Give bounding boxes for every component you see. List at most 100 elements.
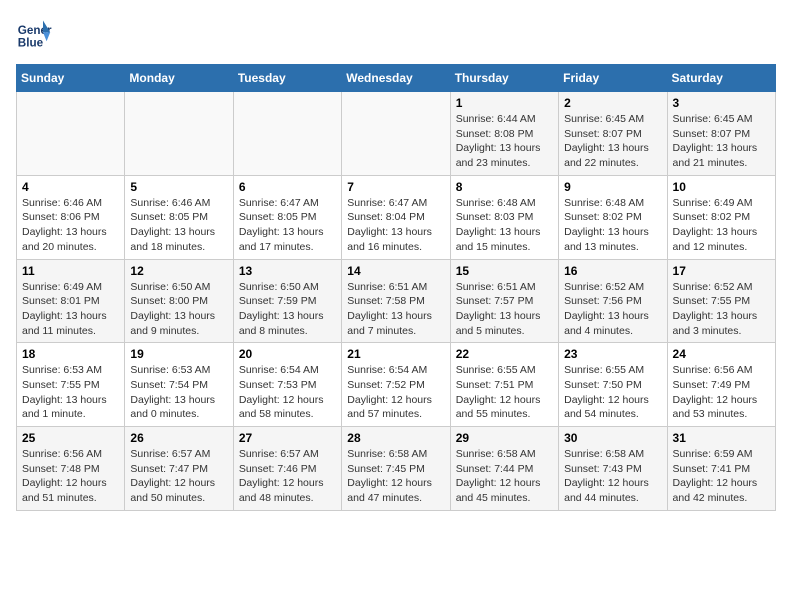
week-row-2: 4 Sunrise: 6:46 AM Sunset: 8:06 PM Daylig… [17,175,776,259]
day-info: Sunrise: 6:59 AM Sunset: 7:41 PM Dayligh… [673,447,770,506]
day-info: Sunrise: 6:56 AM Sunset: 7:49 PM Dayligh… [673,363,770,422]
logo-icon: General Blue [16,16,52,52]
calendar-cell: 16 Sunrise: 6:52 AM Sunset: 7:56 PM Dayli… [559,259,667,343]
calendar-cell [233,92,341,176]
day-info: Sunrise: 6:49 AM Sunset: 8:01 PM Dayligh… [22,280,119,339]
day-info: Sunrise: 6:57 AM Sunset: 7:47 PM Dayligh… [130,447,227,506]
weekday-header-tuesday: Tuesday [233,65,341,92]
day-info: Sunrise: 6:51 AM Sunset: 7:57 PM Dayligh… [456,280,553,339]
day-info: Sunrise: 6:57 AM Sunset: 7:46 PM Dayligh… [239,447,336,506]
day-number: 15 [456,264,553,278]
calendar-cell: 17 Sunrise: 6:52 AM Sunset: 7:55 PM Dayli… [667,259,775,343]
day-info: Sunrise: 6:50 AM Sunset: 7:59 PM Dayligh… [239,280,336,339]
day-info: Sunrise: 6:58 AM Sunset: 7:43 PM Dayligh… [564,447,661,506]
calendar-cell: 14 Sunrise: 6:51 AM Sunset: 7:58 PM Dayli… [342,259,450,343]
day-info: Sunrise: 6:54 AM Sunset: 7:52 PM Dayligh… [347,363,444,422]
day-number: 20 [239,347,336,361]
calendar-cell: 27Sunrise: 6:57 AM Sunset: 7:46 PM Dayli… [233,427,341,511]
calendar-cell: 1 Sunrise: 6:44 AM Sunset: 8:08 PM Daylig… [450,92,558,176]
svg-text:Blue: Blue [18,37,44,50]
day-number: 31 [673,431,770,445]
page-header: General Blue [16,16,776,52]
calendar-cell: 4 Sunrise: 6:46 AM Sunset: 8:06 PM Daylig… [17,175,125,259]
day-number: 2 [564,96,661,110]
day-number: 18 [22,347,119,361]
calendar-cell: 29 Sunrise: 6:58 AM Sunset: 7:44 PM Dayli… [450,427,558,511]
day-number: 6 [239,180,336,194]
calendar-cell: 10Sunrise: 6:49 AM Sunset: 8:02 PM Dayli… [667,175,775,259]
day-number: 16 [564,264,661,278]
weekday-header-wednesday: Wednesday [342,65,450,92]
day-info: Sunrise: 6:44 AM Sunset: 8:08 PM Dayligh… [456,112,553,171]
day-number: 24 [673,347,770,361]
day-number: 3 [673,96,770,110]
day-number: 7 [347,180,444,194]
calendar: SundayMondayTuesdayWednesdayThursdayFrid… [16,64,776,511]
day-number: 8 [456,180,553,194]
day-info: Sunrise: 6:58 AM Sunset: 7:44 PM Dayligh… [456,447,553,506]
calendar-cell: 2Sunrise: 6:45 AM Sunset: 8:07 PM Daylig… [559,92,667,176]
day-number: 17 [673,264,770,278]
day-info: Sunrise: 6:47 AM Sunset: 8:05 PM Dayligh… [239,196,336,255]
day-number: 13 [239,264,336,278]
day-info: Sunrise: 6:56 AM Sunset: 7:48 PM Dayligh… [22,447,119,506]
calendar-cell: 20 Sunrise: 6:54 AM Sunset: 7:53 PM Dayli… [233,343,341,427]
calendar-cell: 26 Sunrise: 6:57 AM Sunset: 7:47 PM Dayli… [125,427,233,511]
day-number: 9 [564,180,661,194]
day-number: 23 [564,347,661,361]
weekday-header-sunday: Sunday [17,65,125,92]
calendar-cell: 3Sunrise: 6:45 AM Sunset: 8:07 PM Daylig… [667,92,775,176]
calendar-cell: 12Sunrise: 6:50 AM Sunset: 8:00 PM Dayli… [125,259,233,343]
calendar-cell [17,92,125,176]
weekday-header-saturday: Saturday [667,65,775,92]
calendar-cell [342,92,450,176]
day-number: 30 [564,431,661,445]
day-info: Sunrise: 6:55 AM Sunset: 7:50 PM Dayligh… [564,363,661,422]
day-number: 28 [347,431,444,445]
calendar-cell: 8Sunrise: 6:48 AM Sunset: 8:03 PM Daylig… [450,175,558,259]
week-row-1: 1 Sunrise: 6:44 AM Sunset: 8:08 PM Daylig… [17,92,776,176]
day-number: 4 [22,180,119,194]
day-info: Sunrise: 6:58 AM Sunset: 7:45 PM Dayligh… [347,447,444,506]
calendar-cell: 19Sunrise: 6:53 AM Sunset: 7:54 PM Dayli… [125,343,233,427]
calendar-cell: 15 Sunrise: 6:51 AM Sunset: 7:57 PM Dayli… [450,259,558,343]
calendar-cell: 7 Sunrise: 6:47 AM Sunset: 8:04 PM Daylig… [342,175,450,259]
calendar-cell: 21 Sunrise: 6:54 AM Sunset: 7:52 PM Dayli… [342,343,450,427]
calendar-cell: 18Sunrise: 6:53 AM Sunset: 7:55 PM Dayli… [17,343,125,427]
day-number: 26 [130,431,227,445]
day-number: 21 [347,347,444,361]
day-info: Sunrise: 6:53 AM Sunset: 7:54 PM Dayligh… [130,363,227,422]
day-info: Sunrise: 6:54 AM Sunset: 7:53 PM Dayligh… [239,363,336,422]
weekday-header-friday: Friday [559,65,667,92]
day-number: 11 [22,264,119,278]
day-info: Sunrise: 6:48 AM Sunset: 8:02 PM Dayligh… [564,196,661,255]
day-number: 29 [456,431,553,445]
calendar-cell: 6 Sunrise: 6:47 AM Sunset: 8:05 PM Daylig… [233,175,341,259]
week-row-3: 11 Sunrise: 6:49 AM Sunset: 8:01 PM Dayli… [17,259,776,343]
calendar-cell: 9 Sunrise: 6:48 AM Sunset: 8:02 PM Daylig… [559,175,667,259]
day-number: 14 [347,264,444,278]
week-row-5: 25Sunrise: 6:56 AM Sunset: 7:48 PM Dayli… [17,427,776,511]
day-info: Sunrise: 6:51 AM Sunset: 7:58 PM Dayligh… [347,280,444,339]
day-info: Sunrise: 6:46 AM Sunset: 8:05 PM Dayligh… [130,196,227,255]
day-info: Sunrise: 6:55 AM Sunset: 7:51 PM Dayligh… [456,363,553,422]
calendar-cell: 30 Sunrise: 6:58 AM Sunset: 7:43 PM Dayli… [559,427,667,511]
calendar-cell: 24 Sunrise: 6:56 AM Sunset: 7:49 PM Dayli… [667,343,775,427]
day-number: 1 [456,96,553,110]
day-info: Sunrise: 6:49 AM Sunset: 8:02 PM Dayligh… [673,196,770,255]
day-info: Sunrise: 6:52 AM Sunset: 7:55 PM Dayligh… [673,280,770,339]
logo: General Blue [16,16,56,52]
day-number: 5 [130,180,227,194]
calendar-cell: 13 Sunrise: 6:50 AM Sunset: 7:59 PM Dayli… [233,259,341,343]
weekday-header-monday: Monday [125,65,233,92]
weekday-header-thursday: Thursday [450,65,558,92]
day-number: 12 [130,264,227,278]
calendar-cell: 11 Sunrise: 6:49 AM Sunset: 8:01 PM Dayli… [17,259,125,343]
calendar-cell: 28 Sunrise: 6:58 AM Sunset: 7:45 PM Dayli… [342,427,450,511]
day-info: Sunrise: 6:46 AM Sunset: 8:06 PM Dayligh… [22,196,119,255]
calendar-cell: 23 Sunrise: 6:55 AM Sunset: 7:50 PM Dayli… [559,343,667,427]
day-info: Sunrise: 6:52 AM Sunset: 7:56 PM Dayligh… [564,280,661,339]
calendar-cell: 25Sunrise: 6:56 AM Sunset: 7:48 PM Dayli… [17,427,125,511]
day-info: Sunrise: 6:47 AM Sunset: 8:04 PM Dayligh… [347,196,444,255]
calendar-cell: 22Sunrise: 6:55 AM Sunset: 7:51 PM Dayli… [450,343,558,427]
